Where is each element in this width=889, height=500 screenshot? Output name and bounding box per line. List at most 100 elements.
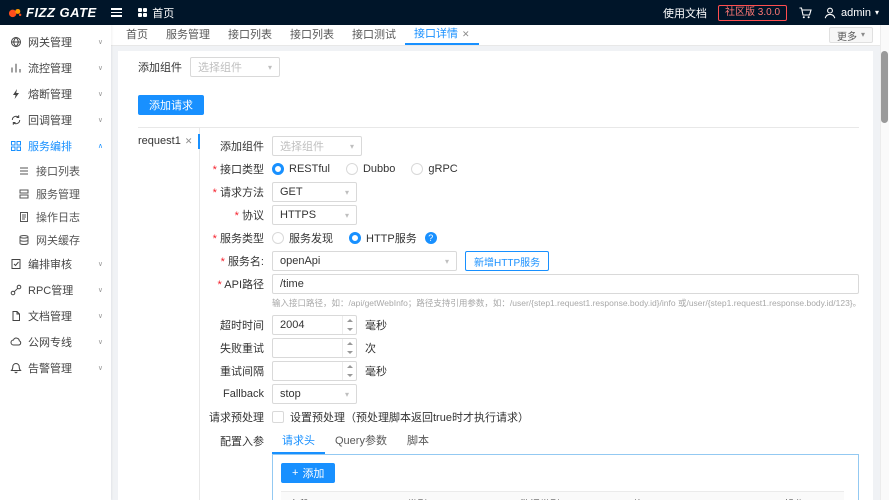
tab-home[interactable]: 首页 <box>117 25 157 45</box>
grid-icon <box>137 7 148 18</box>
field-label: 服务类型 <box>206 230 264 246</box>
tab-query-params[interactable]: Query参数 <box>325 430 397 454</box>
method-select-value: GET <box>280 186 303 198</box>
fallback-select[interactable]: stop ▾ <box>272 384 357 404</box>
chevron-down-icon: ▾ <box>444 256 449 266</box>
chevron-down-icon: ▾ <box>874 7 879 17</box>
radio-grpc[interactable]: gRPC <box>411 163 458 175</box>
tab-service-mgmt[interactable]: 服务管理 <box>157 25 219 45</box>
fallback-select-value: stop <box>280 388 301 400</box>
api-path-input[interactable] <box>272 274 859 294</box>
col-type: 类型 <box>399 491 512 500</box>
more-tabs-button[interactable]: 更多 ▾ <box>828 27 873 43</box>
step-up-icon[interactable] <box>343 316 356 325</box>
tab-interface-detail[interactable]: 接口详情 ✕ <box>405 25 479 45</box>
link-icon <box>10 284 22 296</box>
sidebar-subitem-interface-list[interactable]: 接口列表 <box>0 159 111 182</box>
field-label: 接口类型 <box>206 161 264 177</box>
chevron-down-icon: ∨ <box>97 261 103 268</box>
tab-interface-list-1[interactable]: 接口列表 <box>219 25 281 45</box>
sidebar-item-alert-mgmt[interactable]: 告警管理 ∨ <box>0 355 111 381</box>
component-select-value: 选择组件 <box>198 62 242 74</box>
close-icon[interactable]: ✕ <box>462 25 470 44</box>
radio-service-discovery[interactable]: 服务发现 <box>272 230 333 246</box>
database-icon <box>19 234 29 245</box>
sidebar-item-flowcontrol-mgmt[interactable]: 流控管理 ∨ <box>0 55 111 81</box>
tab-interface-list-2[interactable]: 接口列表 <box>281 25 343 45</box>
add-component-label: 添加组件 <box>138 62 182 74</box>
sidebar-item-label: 回调管理 <box>28 115 72 127</box>
sidebar-item-callback-mgmt[interactable]: 回调管理 ∨ <box>0 107 111 133</box>
service-name-select[interactable]: openApi ▾ <box>272 251 457 271</box>
detail-card: 添加组件 选择组件 ▾ 添加请求 request1 ✕ 添加组件 选择组件 ▾ … <box>118 51 873 500</box>
radio-dot <box>349 232 361 244</box>
col-operation: 操作 <box>776 491 845 500</box>
form-row-timeout: 超时时间 毫秒 <box>206 315 859 335</box>
method-select[interactable]: GET ▾ <box>272 182 357 202</box>
chevron-down-icon: ▾ <box>860 30 865 39</box>
close-icon[interactable]: ✕ <box>185 136 193 147</box>
protocol-select[interactable]: HTTPS ▾ <box>272 205 357 225</box>
radio-dot <box>272 232 284 244</box>
cart-icon[interactable] <box>798 6 812 20</box>
vertical-scrollbar[interactable] <box>880 25 889 500</box>
user-menu[interactable]: admin ▾ <box>823 6 879 20</box>
tab-interface-test[interactable]: 接口测试 <box>343 25 405 45</box>
version-button[interactable]: 社区版 3.0.0 <box>717 4 788 21</box>
add-request-button[interactable]: 添加请求 <box>138 95 204 115</box>
request-tab-label: request1 <box>138 135 181 147</box>
step-down-icon[interactable] <box>343 348 356 357</box>
col-data-type: 数据类型 <box>511 491 625 500</box>
request-tab[interactable]: request1 ✕ <box>138 135 199 147</box>
content: 添加组件 选择组件 ▾ 添加请求 request1 ✕ 添加组件 选择组件 ▾ … <box>111 46 889 500</box>
home-button[interactable]: 首页 <box>137 5 174 21</box>
form-row-retry: 失败重试 次 <box>206 338 859 358</box>
scrollbar-thumb[interactable] <box>881 51 888 123</box>
sidebar-item-gateway-mgmt[interactable]: 网关管理 ∨ <box>0 29 111 55</box>
radio-restful[interactable]: RESTful <box>272 163 330 175</box>
frame: 网关管理 ∨ 流控管理 ∨ 熔断管理 ∨ 回调管理 ∨ 服务编排 ∧ 接口列表 … <box>0 25 889 500</box>
chevron-down-icon: ∨ <box>97 313 103 320</box>
sidebar-subitem-service-mgmt[interactable]: 服务管理 <box>0 182 111 205</box>
sidebar-item-public-line[interactable]: 公网专线 ∨ <box>0 329 111 355</box>
cloud-icon <box>10 337 22 346</box>
sidebar-item-circuitbreak-mgmt[interactable]: 熔断管理 ∨ <box>0 81 111 107</box>
chevron-down-icon: ∨ <box>97 287 103 294</box>
sidebar-item-orchestration-audit[interactable]: 编排审核 ∨ <box>0 251 111 277</box>
sidebar-subitem-operation-log[interactable]: 操作日志 <box>0 205 111 228</box>
stepper-handles <box>342 362 356 380</box>
tab-script[interactable]: 脚本 <box>397 430 439 454</box>
add-param-button[interactable]: + 添加 <box>281 463 336 483</box>
sidebar-item-label: 文档管理 <box>28 311 72 323</box>
radio-http-service[interactable]: HTTP服务 <box>349 230 417 246</box>
field-label: API路径 <box>206 276 264 292</box>
step-up-icon[interactable] <box>343 339 356 348</box>
tab-label: 接口测试 <box>352 28 396 41</box>
sidebar-item-label: RPC管理 <box>28 285 74 297</box>
step-up-icon[interactable] <box>343 362 356 371</box>
logo[interactable]: FIZZ GATE <box>8 5 97 20</box>
chart-icon <box>11 63 21 73</box>
col-value: 值 <box>624 491 777 500</box>
bell-icon <box>10 362 22 374</box>
menu-collapse-icon[interactable] <box>110 8 122 17</box>
form-row-interface-type: 接口类型 RESTful Dubbo gRPC <box>206 159 859 179</box>
params-box: + 添加 字段 类型 <box>272 454 859 500</box>
new-http-service-button[interactable]: 新增HTTP服务 <box>465 251 550 271</box>
preprocess-checkbox[interactable] <box>272 411 284 423</box>
sidebar-subitem-gateway-cache[interactable]: 网关缓存 <box>0 228 111 251</box>
component-select[interactable]: 选择组件 ▾ <box>190 57 280 77</box>
params-table-header-row: 字段 类型 数据类型 值 操作 <box>281 491 845 500</box>
tab-label: 接口详情 <box>414 27 458 40</box>
radio-dot <box>411 163 424 175</box>
docs-link[interactable]: 使用文档 <box>663 5 707 21</box>
radio-dubbo[interactable]: Dubbo <box>345 163 395 175</box>
sidebar-item-doc-mgmt[interactable]: 文档管理 ∨ <box>0 303 111 329</box>
tab-request-headers[interactable]: 请求头 <box>272 430 325 454</box>
step-down-icon[interactable] <box>343 371 356 380</box>
form-component-select[interactable]: 选择组件 ▾ <box>272 136 362 156</box>
sidebar-item-service-orchestration[interactable]: 服务编排 ∧ <box>0 133 111 159</box>
step-down-icon[interactable] <box>343 325 356 334</box>
help-icon[interactable]: ? <box>424 232 437 244</box>
sidebar-item-rpc-mgmt[interactable]: RPC管理 ∨ <box>0 277 111 303</box>
